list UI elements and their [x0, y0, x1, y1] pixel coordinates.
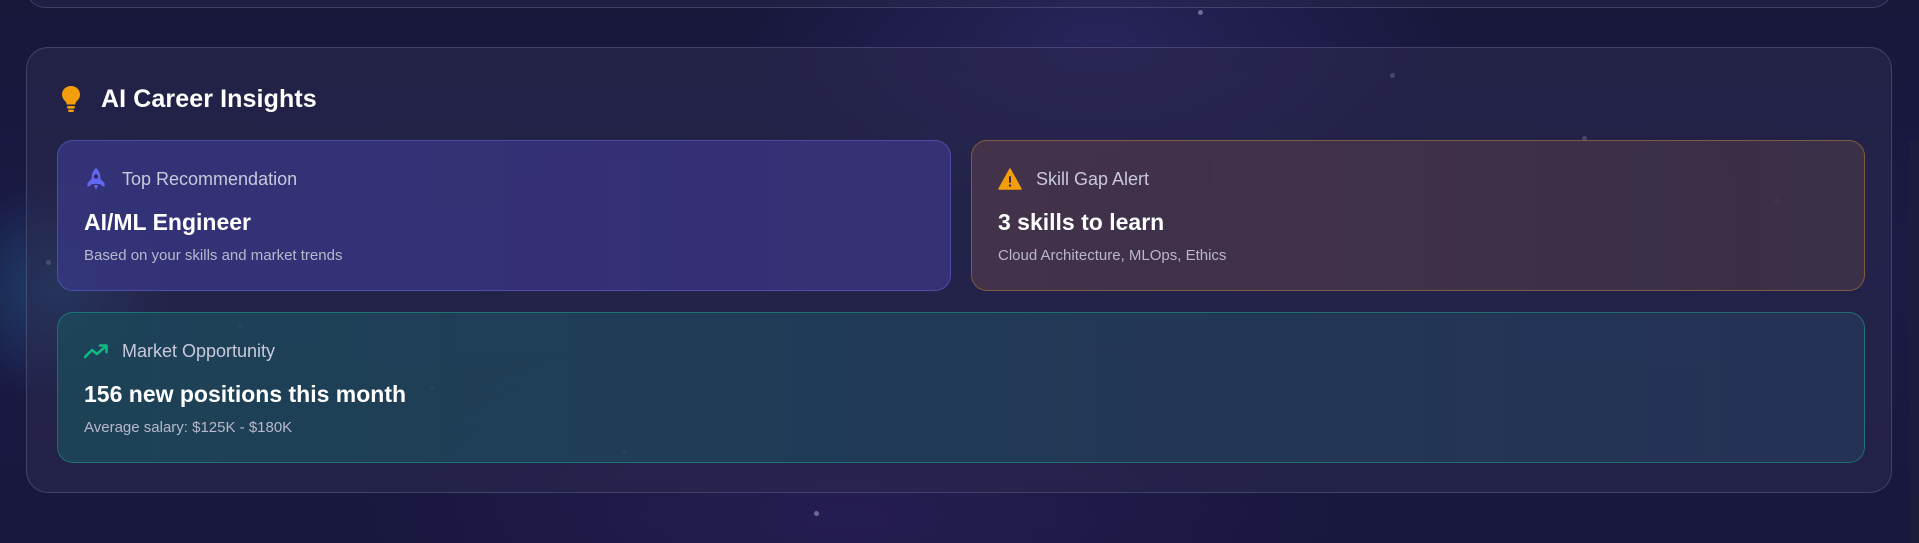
card-description: Based on your skills and market trends [84, 247, 343, 264]
card-label: Top Recommendation [122, 168, 298, 189]
new-positions-count: 156 new positions this month [84, 381, 407, 407]
ai-career-insights-panel: AI Career Insights Top Recommendation AI… [26, 47, 1892, 493]
warning-icon [998, 167, 1022, 191]
scrollbar-track[interactable] [1909, 140, 1919, 543]
background-particle [1198, 10, 1203, 15]
card-header: Market Opportunity [84, 339, 275, 363]
rocket-icon [84, 167, 108, 191]
skill-gap-alert-card[interactable]: Skill Gap Alert 3 skills to learn Cloud … [971, 140, 1865, 291]
market-opportunity-card[interactable]: Market Opportunity 156 new positions thi… [57, 312, 1865, 463]
panel-title: AI Career Insights [101, 84, 317, 113]
average-salary: Average salary: $125K - $180K [84, 419, 293, 436]
lightbulb-icon [59, 84, 83, 114]
panel-header: AI Career Insights [59, 84, 317, 114]
top-recommendation-card[interactable]: Top Recommendation AI/ML Engineer Based … [57, 140, 951, 291]
card-header: Skill Gap Alert [998, 167, 1149, 191]
previous-panel-edge [26, 0, 1892, 8]
recommended-role: AI/ML Engineer [84, 209, 251, 235]
card-header: Top Recommendation [84, 167, 297, 191]
trending-up-icon [84, 339, 108, 363]
skills-to-learn-count: 3 skills to learn [998, 209, 1165, 235]
background-particle [814, 511, 819, 516]
card-description: Cloud Architecture, MLOps, Ethics [998, 247, 1227, 264]
card-label: Market Opportunity [122, 340, 276, 361]
card-label: Skill Gap Alert [1036, 168, 1150, 189]
